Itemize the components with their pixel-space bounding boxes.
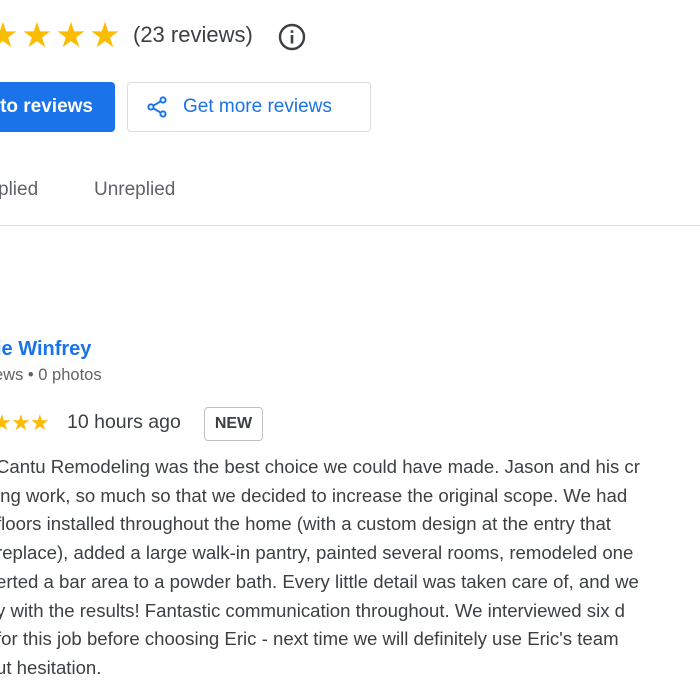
star-icon: ★ xyxy=(11,410,31,435)
review-count: (23 reviews) xyxy=(133,22,253,47)
review-stars: ★ ★ ★ xyxy=(0,410,50,435)
review-text-line: Cantu Remodeling was the best choice we … xyxy=(0,456,640,477)
get-more-reviews-button[interactable]: Get more reviews xyxy=(127,82,371,132)
review-text-line: floors installed throughout the home (wi… xyxy=(0,513,611,535)
overall-rating-stars: ★ ★ ★ ★ xyxy=(0,18,122,54)
tabs-divider xyxy=(0,225,700,226)
get-more-reviews-label: Get more reviews xyxy=(183,96,332,117)
tab-replied[interactable]: plied xyxy=(0,179,38,201)
new-badge: NEW xyxy=(204,407,263,441)
review-text-line: erted a bar area to a powder bath. Every… xyxy=(0,570,639,592)
review-text-line: replace), added a large walk-in pantry, … xyxy=(0,542,634,564)
star-icon: ★ xyxy=(0,16,19,55)
review-text-line: ing work, so much so that we decided to … xyxy=(0,484,628,506)
review-text-line: y with the results! Fantastic communicat… xyxy=(0,599,626,621)
star-icon: ★ xyxy=(0,410,12,435)
tab-unreplied[interactable]: Unreplied xyxy=(94,179,175,201)
star-icon: ★ xyxy=(30,410,50,435)
review-text: Cantu Remodeling was the best choice we … xyxy=(0,453,700,683)
reply-to-reviews-label: to reviews xyxy=(0,96,93,117)
star-icon: ★ xyxy=(55,16,87,55)
review-text-line: for this job before choosing Eric - next… xyxy=(0,628,619,650)
reviewer-name[interactable]: ie Winfrey xyxy=(0,338,91,361)
share-icon xyxy=(147,96,167,118)
star-icon: ★ xyxy=(21,16,53,55)
star-icon: ★ xyxy=(89,16,121,55)
info-icon[interactable] xyxy=(277,22,307,52)
review-text-line: ut hesitation. xyxy=(0,656,102,678)
reply-to-reviews-button[interactable]: to reviews xyxy=(0,82,115,132)
review-time: 10 hours ago xyxy=(67,411,181,433)
reviewer-meta: ews • 0 photos xyxy=(0,366,102,384)
